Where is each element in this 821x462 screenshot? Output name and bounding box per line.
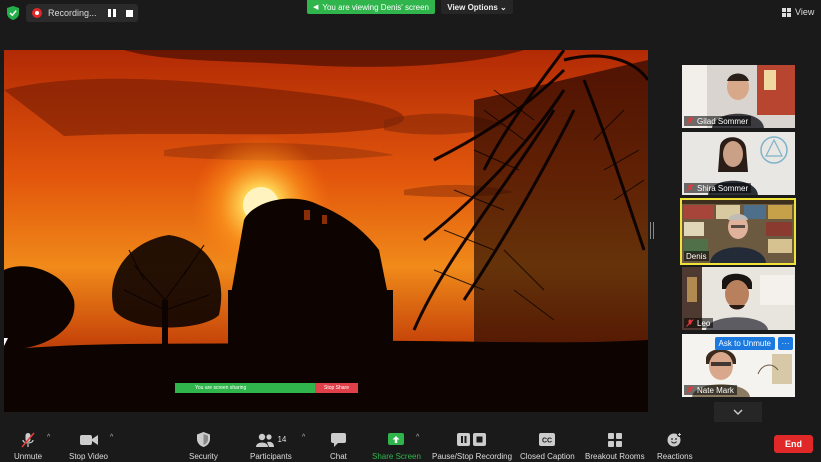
view-label: View <box>795 7 815 17</box>
chat-button[interactable]: Chat <box>330 432 347 461</box>
more-options-icon: ··· <box>781 339 790 348</box>
closed-caption-button[interactable]: CC Closed Caption <box>520 432 575 461</box>
mini-screen-sharing-bar: You are screen sharing <box>175 383 315 393</box>
participant-tile[interactable]: Leo <box>682 267 795 330</box>
sunset-image <box>4 50 648 412</box>
participant-name-tag: Gilad Sommer <box>684 116 752 126</box>
view-options-label: View Options ⌄ <box>447 2 507 12</box>
share-screen-button[interactable]: Share Screen <box>372 432 421 461</box>
pause-recording-icon[interactable] <box>108 9 116 17</box>
emoji-plus-icon <box>667 432 683 447</box>
end-meeting-button[interactable]: End <box>774 435 813 453</box>
view-button[interactable]: View <box>782 4 818 20</box>
gallery-scroll-down-button[interactable] <box>714 402 762 422</box>
audio-options-caret[interactable]: ^ <box>47 434 50 441</box>
mic-muted-icon <box>686 386 694 394</box>
viewing-screen-banner: ◀ You are viewing Denis' screen <box>307 0 435 14</box>
participant-name-tag: Leo <box>684 318 714 328</box>
chat-label: Chat <box>330 452 347 461</box>
participant-name: Nate Mark <box>697 385 734 395</box>
participants-icon-group: 14 <box>255 432 286 447</box>
meeting-toolbar: Unmute ^ Stop Video ^ Security 14 Partic… <box>0 424 821 462</box>
stop-recording-icon[interactable] <box>126 9 133 17</box>
mic-muted-icon <box>686 117 694 125</box>
speaker-icon: ◀ <box>312 4 319 11</box>
view-options-button[interactable]: View Options ⌄ <box>441 0 513 14</box>
more-options-button[interactable]: ··· <box>778 337 793 350</box>
participant-name: Leo <box>697 318 711 328</box>
breakout-rooms-label: Breakout Rooms <box>585 452 645 461</box>
security-label: Security <box>189 452 218 461</box>
viewing-banner-text: You are viewing Denis' screen <box>322 2 429 12</box>
breakout-rooms-icon <box>607 432 622 447</box>
svg-text:CC: CC <box>542 438 552 445</box>
participant-name: Denis <box>686 251 707 261</box>
participant-tile[interactable]: Ask to Unmute ··· Nate Mark <box>682 334 795 397</box>
participant-tile-active-speaker[interactable]: Denis <box>680 198 796 265</box>
mini-stop-share: Stop Share <box>315 383 358 393</box>
shield-icon <box>196 432 210 447</box>
pause-stop-recording-label: Pause/Stop Recording <box>432 452 513 461</box>
unmute-label: Unmute <box>14 452 43 461</box>
end-label: End <box>785 439 802 449</box>
mic-muted-icon <box>686 184 694 192</box>
video-options-caret[interactable]: ^ <box>110 434 113 441</box>
shield-check-icon[interactable] <box>7 6 19 20</box>
mic-muted-icon <box>686 319 694 327</box>
share-options-caret[interactable]: ^ <box>416 434 419 441</box>
zoom-meeting-window: Recording... ◀ You are viewing Denis' sc… <box>0 0 821 462</box>
participant-tile[interactable]: Shira Sommer <box>682 132 795 195</box>
closed-caption-label: Closed Caption <box>520 452 575 461</box>
shared-screen[interactable] <box>4 50 648 412</box>
ask-to-unmute-label: Ask to Unmute <box>718 339 771 348</box>
chevron-down-icon <box>733 409 743 415</box>
grid-icon <box>782 7 791 17</box>
reactions-button[interactable]: Reactions <box>657 432 693 461</box>
recording-indicator: Recording... <box>26 4 138 22</box>
share-screen-label: Share Screen <box>372 452 421 461</box>
participant-name: Gilad Sommer <box>697 116 749 126</box>
recording-label: Recording... <box>48 8 97 18</box>
breakout-rooms-button[interactable]: Breakout Rooms <box>585 432 645 461</box>
mic-muted-icon <box>20 431 36 448</box>
participants-options-caret[interactable]: ^ <box>302 434 305 441</box>
ask-to-unmute-button[interactable]: Ask to Unmute <box>714 337 775 350</box>
share-screen-icon <box>388 432 405 447</box>
closed-caption-icon: CC <box>539 432 556 447</box>
stop-video-button[interactable]: Stop Video <box>69 432 108 461</box>
stop-video-label: Stop Video <box>69 452 108 461</box>
reactions-label: Reactions <box>657 452 693 461</box>
split-view-handle[interactable] <box>650 222 654 239</box>
participants-button[interactable]: 14 Participants <box>250 432 292 461</box>
participants-label: Participants <box>250 452 292 461</box>
participant-name-tag: Shira Sommer <box>684 183 752 193</box>
chat-bubble-icon <box>330 432 346 447</box>
pause-stop-recording-button[interactable]: Pause/Stop Recording <box>432 432 512 461</box>
participant-name-tag: Denis <box>684 251 710 261</box>
recording-dot-icon <box>32 8 42 18</box>
participant-name-tag: Nate Mark <box>684 385 737 395</box>
top-bar: Recording... ◀ You are viewing Denis' sc… <box>0 0 821 26</box>
participants-count: 14 <box>277 435 287 444</box>
video-camera-icon <box>79 432 98 447</box>
unmute-button[interactable]: Unmute <box>14 431 43 461</box>
security-button[interactable]: Security <box>189 432 218 461</box>
mini-stop-share-text: Stop Share <box>323 385 350 391</box>
people-icon <box>256 433 275 447</box>
participant-tile[interactable]: Gilad Sommer <box>682 65 795 128</box>
pause-stop-recording-icon <box>457 432 487 447</box>
mini-sharing-text: You are screen sharing <box>195 385 247 391</box>
mouse-cursor-icon <box>4 338 8 346</box>
participant-name: Shira Sommer <box>697 183 749 193</box>
